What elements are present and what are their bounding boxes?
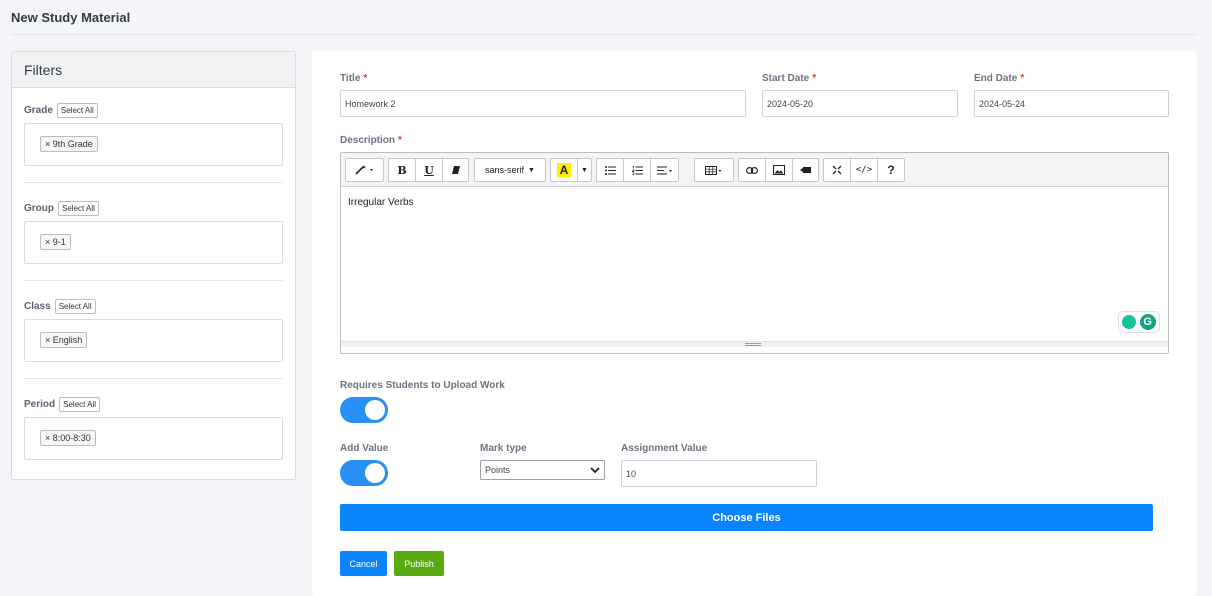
grade-select-all-button[interactable]: Select All bbox=[56, 102, 98, 118]
class-select-all-button[interactable]: Select All bbox=[54, 298, 96, 314]
grammarly-icon: G bbox=[1139, 314, 1156, 330]
group-select-all-button[interactable]: Select All bbox=[58, 200, 99, 216]
mark-type-select[interactable]: Points bbox=[480, 460, 605, 480]
highlight-color-button[interactable]: A bbox=[551, 159, 578, 181]
grade-select[interactable]: × 9th Grade bbox=[24, 123, 283, 166]
title-input[interactable]: Homework 2 bbox=[340, 90, 746, 117]
requires-upload-label: Requires Students to Upload Work bbox=[340, 380, 505, 391]
class-tag[interactable]: × English bbox=[40, 332, 88, 348]
period-tag[interactable]: × 8:00-8:30 bbox=[40, 430, 96, 446]
add-value-label: Add Value bbox=[340, 443, 389, 454]
eraser-icon[interactable] bbox=[443, 159, 468, 181]
period-select[interactable]: × 8:00-8:30 bbox=[24, 417, 283, 460]
grammarly-widget[interactable]: G bbox=[1118, 311, 1160, 333]
filter-grade: Grade Select All × 9th Grade bbox=[24, 102, 283, 166]
paragraph-group bbox=[596, 158, 679, 182]
toggle-knob bbox=[365, 400, 385, 420]
divider bbox=[24, 378, 283, 379]
description-text: Irregular Verbs bbox=[348, 197, 414, 208]
bold-button[interactable]: B bbox=[389, 159, 416, 181]
description-editor: B U sans-serif ▼ A ▼ </> ? Irregular Ver… bbox=[340, 152, 1169, 354]
mark-type-label: Mark type bbox=[480, 443, 527, 454]
filter-grade-label: Grade bbox=[24, 104, 53, 116]
font-family-label: sans-serif ▼ bbox=[475, 159, 545, 181]
chevron-down-icon bbox=[590, 467, 600, 473]
filter-period: Period Select All × 8:00-8:30 bbox=[24, 396, 283, 460]
color-dropdown-icon[interactable]: ▼ bbox=[578, 159, 591, 181]
help-button[interactable]: ? bbox=[878, 159, 904, 181]
filter-class: Class Select All × English bbox=[24, 298, 283, 362]
requires-upload-toggle[interactable] bbox=[340, 397, 388, 423]
cancel-button[interactable]: Cancel bbox=[340, 551, 387, 576]
end-date-label: End Date * bbox=[974, 73, 1025, 84]
add-value-toggle[interactable] bbox=[340, 460, 388, 486]
link-icon[interactable] bbox=[739, 159, 766, 181]
code-view-button[interactable]: </> bbox=[851, 159, 878, 181]
title-label: Title * bbox=[340, 73, 368, 84]
align-dropdown-icon[interactable] bbox=[651, 159, 678, 181]
filters-panel: Filters Grade Select All × 9th Grade Gro… bbox=[11, 51, 296, 480]
divider bbox=[24, 182, 283, 183]
end-date-input[interactable]: 2024-05-24 bbox=[974, 90, 1169, 117]
magic-style-icon[interactable] bbox=[346, 159, 383, 181]
toggle-knob bbox=[365, 463, 385, 483]
page-title: New Study Material bbox=[11, 10, 131, 25]
style-group bbox=[345, 158, 384, 182]
filters-header: Filters bbox=[12, 52, 295, 88]
editor-resize-handle[interactable] bbox=[341, 341, 1168, 347]
font-family-dropdown[interactable]: sans-serif ▼ bbox=[474, 158, 546, 182]
filter-group: Group Select All × 9-1 bbox=[24, 200, 283, 264]
class-select[interactable]: × English bbox=[24, 319, 283, 362]
view-group: </> ? bbox=[823, 158, 905, 182]
period-select-all-button[interactable]: Select All bbox=[59, 396, 101, 412]
chevron-down-icon: ▼ bbox=[528, 166, 535, 174]
numbered-list-icon[interactable] bbox=[624, 159, 651, 181]
grade-tag[interactable]: × 9th Grade bbox=[40, 136, 98, 152]
font-style-group: B U bbox=[388, 158, 469, 182]
start-date-input[interactable]: 2024-05-20 bbox=[762, 90, 958, 117]
insert-group bbox=[738, 158, 819, 182]
assignment-value-input[interactable]: 10 bbox=[621, 460, 817, 487]
image-icon[interactable] bbox=[766, 159, 793, 181]
description-label: Description * bbox=[340, 135, 402, 146]
fullscreen-icon[interactable] bbox=[824, 159, 851, 181]
assignment-value-label: Assignment Value bbox=[621, 443, 708, 454]
color-group: A ▼ bbox=[550, 158, 592, 182]
bullet-list-icon[interactable] bbox=[597, 159, 624, 181]
divider bbox=[24, 280, 283, 281]
study-material-form: Title * Homework 2 Start Date * 2024-05-20… bbox=[312, 51, 1197, 596]
filter-class-label: Class bbox=[24, 300, 51, 312]
table-dropdown[interactable] bbox=[694, 158, 734, 182]
lightbulb-icon bbox=[1122, 315, 1137, 329]
mark-type-value: Points bbox=[485, 465, 511, 475]
group-tag[interactable]: × 9-1 bbox=[40, 234, 71, 250]
underline-button[interactable]: U bbox=[416, 159, 443, 181]
filter-group-label: Group bbox=[24, 202, 54, 214]
editor-toolbar: B U sans-serif ▼ A ▼ </> ? bbox=[341, 153, 1168, 187]
editor-content[interactable]: Irregular Verbs G bbox=[341, 187, 1168, 347]
publish-button[interactable]: Publish bbox=[394, 551, 444, 576]
highlight-icon: A bbox=[556, 163, 572, 177]
start-date-label: Start Date * bbox=[762, 73, 817, 84]
font-family-value: sans-serif bbox=[485, 165, 525, 175]
grip-icon bbox=[745, 343, 761, 346]
choose-files-button[interactable]: Choose Files bbox=[340, 504, 1153, 531]
video-icon[interactable] bbox=[793, 159, 818, 181]
title-divider bbox=[11, 34, 1197, 35]
table-icon bbox=[695, 159, 733, 181]
filter-period-label: Period bbox=[24, 398, 56, 410]
group-select[interactable]: × 9-1 bbox=[24, 221, 283, 264]
